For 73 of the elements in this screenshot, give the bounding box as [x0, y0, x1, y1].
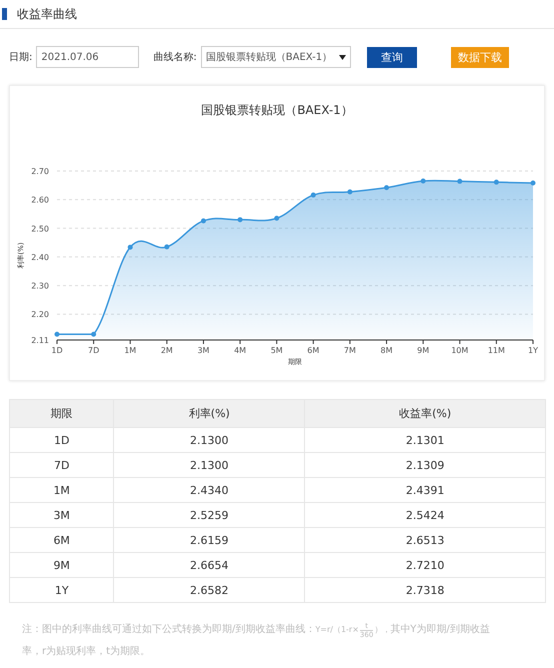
- table-cell: 1Y: [10, 578, 114, 602]
- curve-label: 曲线名称:: [153, 50, 197, 64]
- table-cell: 2.1300: [114, 452, 305, 478]
- x-tick-label: 1D: [50, 346, 62, 355]
- data-point: [346, 189, 352, 194]
- y-tick-label: 2.60: [30, 196, 48, 205]
- x-tick-label: 5M: [270, 346, 282, 355]
- table-cell: 1D: [10, 428, 114, 452]
- x-tick-label: 4M: [234, 346, 246, 355]
- table-cell: 2.7210: [304, 552, 546, 578]
- column-header: 利率(%): [114, 400, 305, 428]
- x-tick-label: 1M: [124, 346, 136, 355]
- x-tick-label: 10M: [450, 346, 468, 355]
- query-button[interactable]: 查询: [366, 46, 417, 68]
- data-point: [310, 192, 316, 198]
- table-cell: 2.1300: [114, 428, 305, 452]
- x-tick-label: 8M: [380, 346, 392, 355]
- table-cell: 3M: [10, 502, 114, 528]
- x-tick-label: 6M: [306, 346, 319, 355]
- x-tick-label: 11M: [487, 346, 504, 355]
- column-header: 期限: [10, 400, 114, 428]
- data-point: [530, 180, 535, 186]
- x-tick-label: 9M: [416, 346, 429, 355]
- chart-title: 国股银票转贴现（BAEX-1）: [201, 102, 353, 119]
- date-field[interactable]: 2021.07.06: [36, 46, 140, 68]
- date-label: 日期:: [9, 50, 32, 64]
- accent-bar: [2, 8, 7, 20]
- data-point: [127, 244, 132, 250]
- data-point: [237, 217, 242, 222]
- table-cell: 9M: [10, 552, 114, 578]
- formula-text: ），: [374, 624, 390, 636]
- curve-dropdown[interactable]: 国股银票转贴现（BAEX-1）: [200, 46, 351, 68]
- table-cell: 2.4391: [304, 478, 546, 502]
- note-text: 注：图中的利率曲线可通过如下公式转换为即期/到期收益率曲线：: [22, 622, 316, 637]
- data-point: [90, 332, 96, 337]
- table-cell: 2.6513: [304, 528, 546, 552]
- section-title: 收益率曲线: [17, 6, 77, 22]
- table-cell: 7D: [10, 452, 114, 478]
- y-tick-label: 2.11: [30, 336, 48, 345]
- x-tick-label: 3M: [196, 346, 209, 355]
- data-point: [384, 185, 389, 190]
- x-tick-label: 7M: [343, 346, 356, 355]
- column-header: 收益率(%): [304, 400, 546, 428]
- data-point: [164, 244, 169, 250]
- table-cell: 2.1301: [304, 428, 546, 452]
- data-point: [274, 216, 279, 221]
- table-cell: 2.5424: [304, 502, 546, 528]
- note-text: 率，r为贴现利率，t为期限。: [22, 644, 152, 659]
- y-tick-label: 2.40: [30, 252, 48, 262]
- table-cell: 2.5259: [114, 502, 305, 528]
- data-point: [456, 178, 462, 184]
- table-cell: 2.1309: [304, 452, 546, 478]
- x-tick-label: 2M: [160, 346, 172, 355]
- table-cell: 6M: [10, 528, 114, 552]
- y-tick-label: 2.50: [30, 224, 48, 234]
- y-tick-label: 2.70: [30, 167, 48, 176]
- x-tick-label: 7D: [88, 346, 99, 355]
- data-point: [54, 332, 59, 337]
- caret-icon: [338, 54, 346, 60]
- table-cell: 2.7318: [304, 578, 546, 602]
- table-cell: 1M: [10, 478, 114, 502]
- data-point: [420, 178, 426, 184]
- data-point: [200, 218, 206, 224]
- note-text: 其中Y为即期/到期收益: [390, 622, 490, 637]
- formula-text: Y=r/（1-r×: [315, 624, 359, 636]
- y-tick-label: 2.20: [30, 310, 48, 320]
- x-tick-label: 1Y: [528, 346, 538, 355]
- table-cell: 2.6582: [114, 578, 305, 602]
- table-cell: 2.6159: [114, 528, 305, 552]
- y-tick-label: 2.30: [30, 282, 48, 291]
- data-point: [493, 180, 498, 185]
- table-cell: 2.4340: [114, 478, 305, 502]
- table-cell: 2.6654: [114, 552, 305, 578]
